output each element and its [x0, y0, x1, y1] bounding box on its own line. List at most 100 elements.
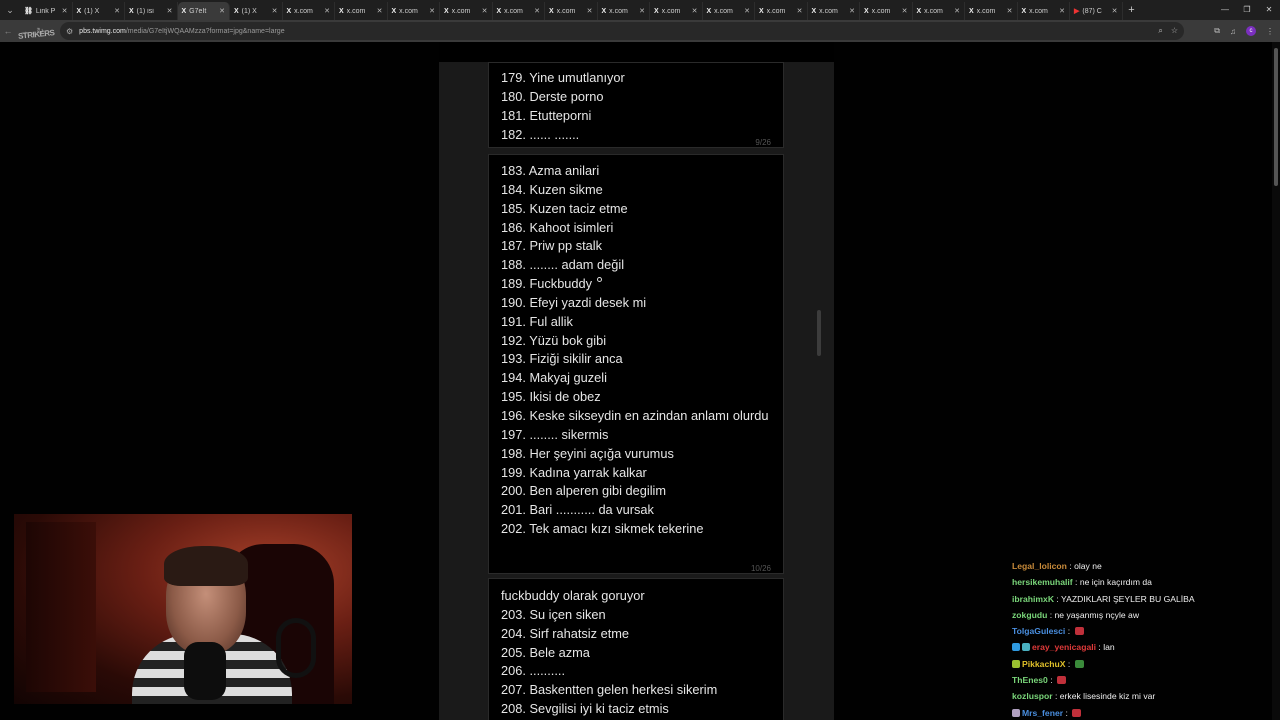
tab-close-icon[interactable]: ✕	[1059, 7, 1065, 15]
tab-search-button[interactable]: ⌄	[0, 0, 20, 20]
list-line: 196. Keske sikseydin en azindan anlamı o…	[501, 407, 769, 423]
tab-close-icon[interactable]: ✕	[849, 7, 855, 15]
tab-close-icon[interactable]: ✕	[902, 7, 908, 15]
tab-18[interactable]: Xx.com ✕	[965, 2, 1018, 20]
tab-13[interactable]: Xx.com ✕	[703, 2, 755, 20]
list-line: 193. Fiziği sikilir anca	[501, 351, 623, 367]
tab-close-icon[interactable]: ✕	[1112, 7, 1118, 15]
tab-close-icon[interactable]: ✕	[272, 7, 278, 15]
tab-close-icon[interactable]: ✕	[167, 7, 173, 15]
list-line: 191. Ful allik	[501, 313, 573, 329]
tab-7[interactable]: Xx.com ✕	[388, 2, 440, 20]
tab-close-icon[interactable]: ✕	[797, 7, 803, 15]
tab-title: x.com	[294, 7, 313, 15]
address-bar[interactable]: ⚙ pbs.twimg.com/media/G7eItjWQAAMzza?for…	[60, 22, 1184, 40]
tab-12[interactable]: Xx.com ✕	[650, 2, 703, 20]
tab-title: x.com	[556, 7, 576, 15]
list-line: 206. ..........	[501, 663, 566, 679]
chat-message: PikkachuX :	[1012, 656, 1272, 672]
tab-close-icon[interactable]: ✕	[219, 7, 225, 15]
tab-close-icon[interactable]: ✕	[692, 7, 698, 15]
tab-close-icon[interactable]: ✕	[534, 7, 540, 15]
tab-close-icon[interactable]: ✕	[1007, 7, 1013, 15]
chat-message: Mrs_fener :	[1012, 705, 1272, 720]
list-card-1: 179. Yine umutlanıyor 180. Derste porno 18…	[488, 62, 784, 148]
list-line: 181. Etutteporni	[501, 107, 592, 123]
x-logo-icon: X	[549, 7, 554, 15]
tab-strip: ⌄ ⛓ Link P ✕ X (1) X ✕ X (1) isi ✕ X G7eIt ✕ X (1) X ✕…	[0, 0, 1280, 20]
tab-14[interactable]: Xx.com ✕	[755, 2, 808, 20]
tab-10[interactable]: Xx.com ✕	[545, 2, 598, 20]
page-scrollbar[interactable]	[1272, 42, 1280, 720]
chat-emote-icon	[1057, 676, 1066, 685]
zoom-icon[interactable]: ⌕	[1158, 26, 1162, 36]
tab-5[interactable]: Xx.com ✕	[283, 2, 335, 20]
chat-username[interactable]: TolgaGulesci	[1012, 626, 1065, 636]
restore-icon[interactable]: ❐	[1236, 0, 1258, 20]
site-info-icon[interactable]: ⚙	[66, 27, 73, 36]
tab-9[interactable]: Xx.com ✕	[493, 2, 545, 20]
back-icon[interactable]: ←	[0, 26, 16, 36]
menu-kebab-icon[interactable]: ⋮	[1266, 27, 1274, 36]
chat-username[interactable]: zokgudu	[1012, 610, 1047, 620]
tab-6[interactable]: Xx.com ✕	[335, 2, 388, 20]
chat-username[interactable]: ibrahimxK	[1012, 594, 1054, 604]
profile-avatar[interactable]: c	[1246, 26, 1256, 36]
scrollbar-thumb[interactable]	[1274, 48, 1278, 186]
chat-separator: :	[1052, 691, 1060, 702]
media-icon[interactable]: ♫	[1230, 27, 1236, 36]
x-logo-icon: X	[76, 7, 82, 15]
list-line: 204. Sirf rahatsiz etme	[501, 625, 630, 641]
tab-19[interactable]: Xx.com ✕	[1018, 2, 1070, 20]
tab-close-icon[interactable]: ✕	[482, 7, 488, 15]
tab-title: x.com	[504, 7, 523, 15]
tab-close-icon[interactable]: ✕	[429, 7, 435, 15]
chat-username[interactable]: eray_yenicagali	[1032, 642, 1096, 652]
list-line: 186. Kahoot isimleri	[501, 219, 614, 235]
url-text: pbs.twimg.com/media/G7eItjWQAAMzza?forma…	[79, 28, 284, 35]
tab-16[interactable]: Xx.com ✕	[860, 2, 913, 20]
close-window-icon[interactable]: ✕	[1258, 0, 1280, 20]
chat-username[interactable]: kozluspor	[1012, 691, 1053, 701]
tab-2[interactable]: X (1) isi ✕	[125, 2, 178, 20]
tab-4[interactable]: X (1) X ✕	[230, 2, 283, 20]
chat-username[interactable]: Mrs_fener	[1022, 708, 1063, 718]
tab-close-icon[interactable]: ✕	[324, 7, 330, 15]
list-line: 190. Efeyi yazdi desek mi	[501, 294, 647, 310]
list-line: 195. Ikisi de obez	[501, 389, 601, 405]
tab-0[interactable]: ⛓ Link P ✕	[20, 2, 73, 20]
tab-3[interactable]: X G7eIt ✕	[177, 2, 230, 20]
tab-close-icon[interactable]: ✕	[954, 7, 960, 15]
tab-title: x.com	[976, 7, 996, 15]
tab-close-icon[interactable]: ✕	[744, 7, 750, 15]
list-line: 189. Fuckbuddy	[501, 276, 593, 292]
chat-username[interactable]: ThEnes0	[1012, 675, 1048, 685]
chat-username[interactable]: hersikemuhalif	[1012, 577, 1073, 587]
tab-17[interactable]: Xx.com ✕	[913, 2, 965, 20]
tab-11[interactable]: Xx.com ✕	[598, 2, 650, 20]
chat-separator: :	[1047, 609, 1055, 620]
tab-close-icon[interactable]: ✕	[114, 7, 120, 15]
chat-message: hersikemuhalif : ne için kaçırdım da	[1012, 574, 1272, 590]
chat-username[interactable]: PikkachuX	[1022, 659, 1065, 669]
x-logo-icon: X	[496, 7, 502, 15]
list-line: 201. Bari ........... da vursak	[501, 502, 654, 518]
tab-close-icon[interactable]: ✕	[639, 7, 645, 15]
tab-title: x.com	[399, 7, 418, 15]
new-tab-button[interactable]: +	[1123, 4, 1141, 16]
tab-8[interactable]: Xx.com ✕	[440, 2, 493, 20]
tab-1[interactable]: X (1) X ✕	[73, 2, 125, 20]
list-line: 184. Kuzen sikme	[501, 181, 603, 197]
tab-15[interactable]: Xx.com ✕	[808, 2, 860, 20]
tab-close-icon[interactable]: ✕	[377, 7, 383, 15]
list-card-2: 183. Azma anilari 184. Kuzen sikme 185. Ku…	[488, 154, 784, 574]
tab-20[interactable]: ▶ (87) C ✕	[1070, 2, 1123, 20]
extensions-icon[interactable]: ⧉	[1214, 26, 1220, 36]
chat-username[interactable]: Legal_lolicon	[1012, 561, 1067, 571]
list-line: 200. Ben alperen gibi degilim	[501, 483, 667, 499]
minimize-icon[interactable]: —	[1214, 0, 1236, 20]
x-logo-icon: X	[339, 7, 344, 15]
tab-close-icon[interactable]: ✕	[587, 7, 593, 15]
bookmark-star-icon[interactable]: ☆	[1171, 26, 1178, 36]
tab-close-icon[interactable]: ✕	[62, 7, 68, 15]
